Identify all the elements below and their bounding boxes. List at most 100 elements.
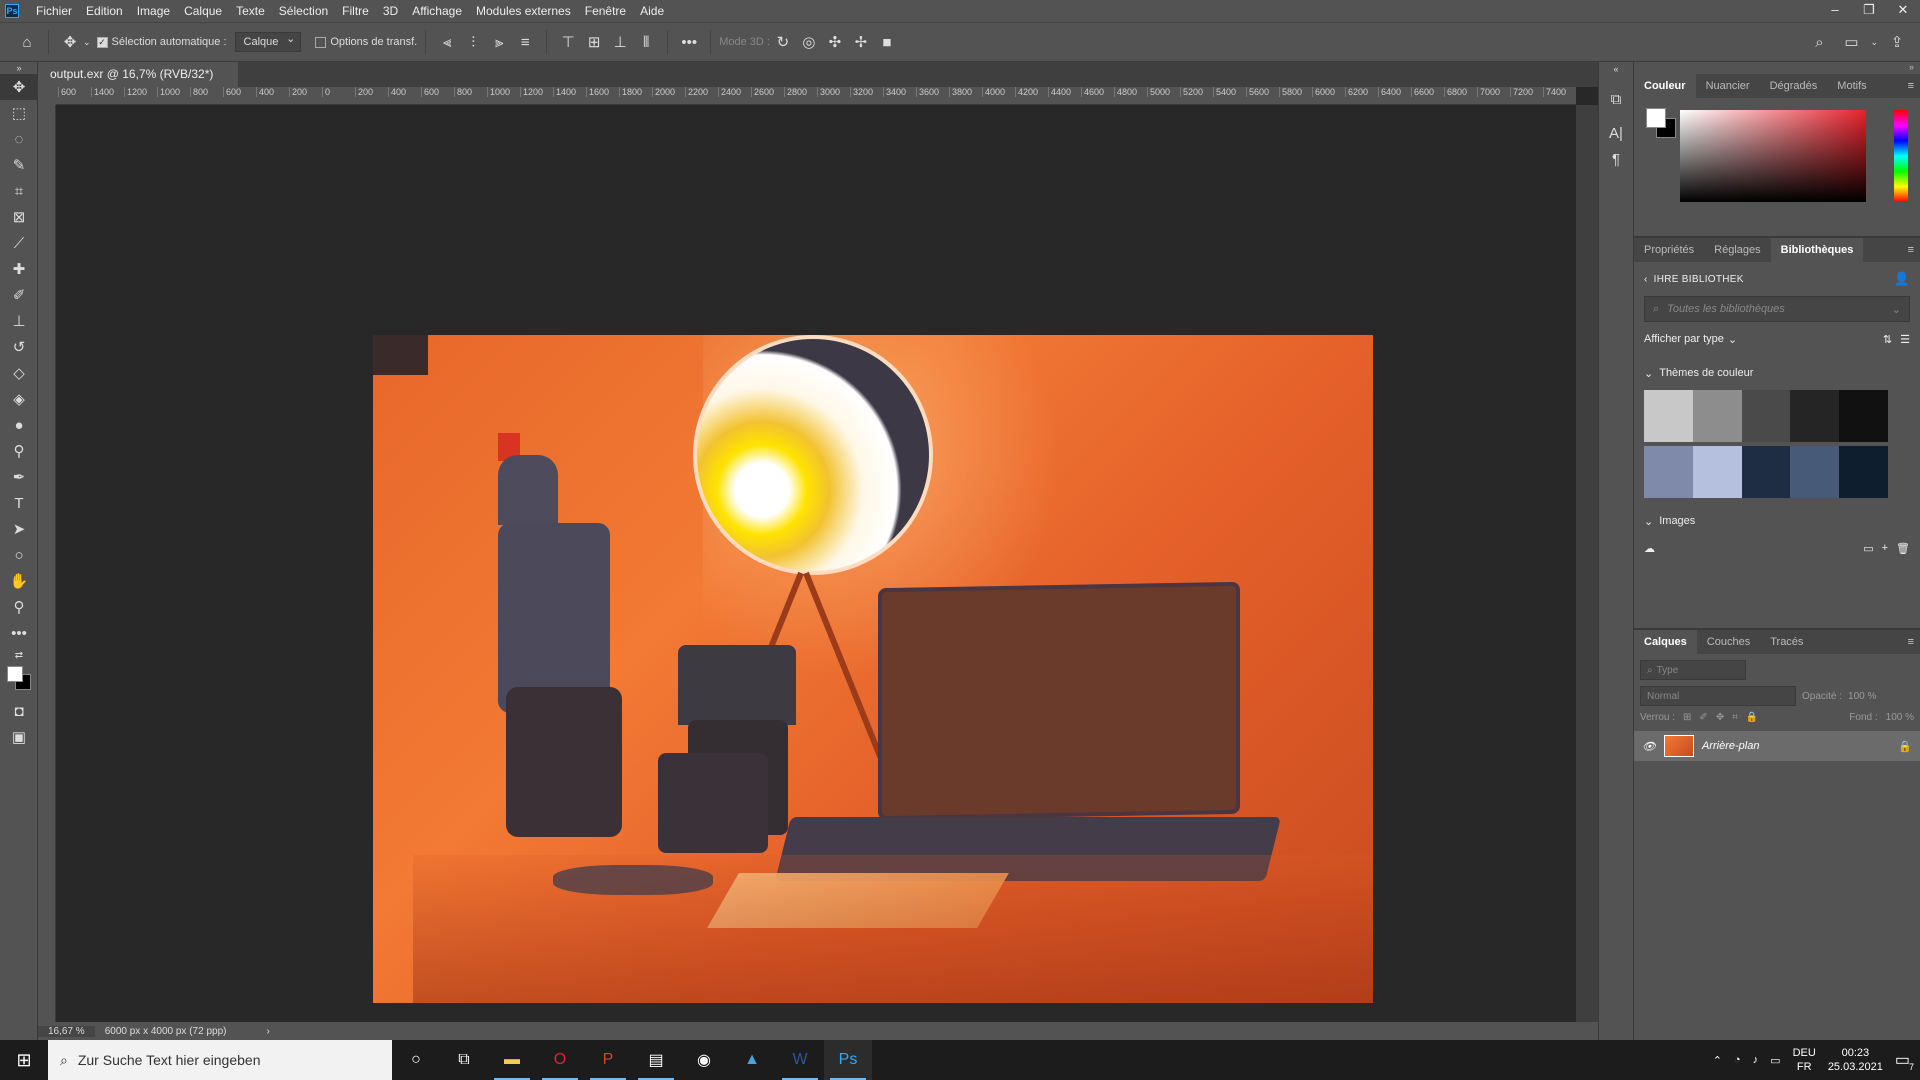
foreground-color-swatch[interactable] — [7, 666, 23, 682]
fill-field[interactable]: 100 % — [1886, 712, 1914, 723]
menu-fenetre[interactable]: Fenêtre — [578, 0, 633, 22]
volume-icon[interactable]: ♪ — [1753, 1054, 1759, 1066]
panel-menu-icon[interactable]: ≡ — [1908, 636, 1914, 648]
more-tools-icon[interactable]: ••• — [0, 620, 38, 646]
pan-3d-icon[interactable]: ✣ — [822, 29, 848, 55]
color-swatches[interactable] — [0, 664, 37, 698]
back-chevron-icon[interactable]: ‹ — [1644, 274, 1648, 285]
app-icon[interactable]: ◉ — [680, 1040, 728, 1080]
images-header[interactable]: ⌄ Images — [1634, 504, 1920, 538]
list-view-icon[interactable]: ☰ — [1900, 333, 1910, 346]
vertical-scrollbar[interactable] — [1576, 105, 1598, 1022]
tab-proprietes[interactable]: Propriétés — [1634, 238, 1704, 262]
swap-colors-icon[interactable]: ⇄ — [0, 646, 38, 664]
transform-controls-checkbox[interactable]: Options de transf. — [315, 36, 417, 48]
collapse-strip-icon[interactable]: « — [1599, 62, 1633, 76]
lock-artboard-icon[interactable]: ⌗ — [1732, 712, 1738, 723]
photos-icon[interactable]: ▲ — [728, 1040, 776, 1080]
windows-start-icon[interactable]: ⊞ — [0, 1040, 48, 1080]
word-icon[interactable]: W — [776, 1040, 824, 1080]
color-themes-header[interactable]: ⌄ Thèmes de couleur — [1634, 356, 1920, 390]
path-selection-tool-icon[interactable]: ➤ — [0, 516, 38, 542]
wifi-icon[interactable]: ◔ — [1734, 1054, 1741, 1066]
tool-preset-chevron-icon[interactable]: ⌄ — [83, 37, 91, 48]
align-bottom-icon[interactable]: ⊥ — [607, 29, 633, 55]
distribute-icon[interactable]: ≡ — [512, 29, 538, 55]
color-theme-swatch[interactable] — [1741, 390, 1791, 442]
tab-nuancier[interactable]: Nuancier — [1696, 74, 1760, 98]
align-middle-icon[interactable]: ⊞ — [581, 29, 607, 55]
ruler-corner[interactable] — [38, 87, 56, 105]
tab-couleur[interactable]: Couleur — [1634, 74, 1696, 98]
eraser-tool-icon[interactable]: ◇ — [0, 360, 38, 386]
menu-modules-externes[interactable]: Modules externes — [469, 0, 578, 22]
tab-motifs[interactable]: Motifs — [1827, 74, 1876, 98]
menu-edition[interactable]: Edition — [79, 0, 130, 22]
blend-mode-dropdown[interactable]: Normal — [1640, 686, 1796, 706]
lock-pixels-icon[interactable]: ⊞ — [1683, 712, 1691, 723]
restore-icon[interactable]: ❐ — [1852, 0, 1886, 22]
auto-select-checkbox[interactable]: ✓ Sélection automatique : — [96, 36, 227, 48]
distribute-vertical-icon[interactable]: ⦀ — [633, 29, 659, 55]
roll-3d-icon[interactable]: ◎ — [796, 29, 822, 55]
history-brush-tool-icon[interactable]: ↺ — [0, 334, 38, 360]
dodge-tool-icon[interactable]: ⚲ — [0, 438, 38, 464]
move-tool-icon[interactable]: ✥ — [0, 74, 38, 100]
color-theme-swatch[interactable] — [1790, 446, 1840, 498]
orbit-3d-icon[interactable]: ↻ — [770, 29, 796, 55]
layer-filter-dropdown[interactable]: ⌕ Type — [1640, 660, 1746, 680]
frame-tool-icon[interactable]: ⊠ — [0, 204, 38, 230]
cloud-icon[interactable]: ☁ — [1644, 542, 1655, 555]
color-theme-swatch[interactable] — [1839, 446, 1888, 498]
search-icon[interactable]: ⌕ — [1806, 29, 1832, 55]
view-by-type-dropdown[interactable]: Afficher par type — [1644, 333, 1724, 345]
lock-all-icon[interactable]: 🔒 — [1746, 712, 1758, 723]
quick-mask-icon[interactable]: ◘ — [0, 698, 38, 724]
menu-affichage[interactable]: Affichage — [405, 0, 469, 22]
horizontal-ruler[interactable]: 600 1400 1200 1000 800 600 400 200 0 200 400 600 800… — [56, 87, 1576, 105]
language-indicator[interactable]: DEU FR — [1793, 1046, 1816, 1074]
color-field[interactable] — [1680, 110, 1866, 202]
pen-tool-icon[interactable]: ✒ — [0, 464, 38, 490]
chevron-down-icon[interactable]: ⌄ — [1892, 303, 1901, 316]
color-theme-1[interactable] — [1644, 390, 1888, 442]
visibility-eye-icon[interactable]: 👁 — [1642, 740, 1656, 753]
library-search-input[interactable]: ⌕ Toutes les bibliothèques ⌄ — [1644, 296, 1910, 322]
collapse-panels-icon[interactable]: » — [1634, 62, 1920, 74]
file-explorer-icon[interactable]: ▬ — [488, 1040, 536, 1080]
python-file-icon[interactable]: ▤ — [632, 1040, 680, 1080]
photoshop-taskbar-icon[interactable]: Ps — [824, 1040, 872, 1080]
panel-menu-icon[interactable]: ≡ — [1908, 80, 1914, 92]
workspace-icon[interactable]: ▭ — [1838, 29, 1864, 55]
color-theme-swatch[interactable] — [1692, 446, 1742, 498]
folder-icon[interactable]: ▭ — [1863, 542, 1873, 555]
blur-tool-icon[interactable]: ● — [0, 412, 38, 438]
menu-3d[interactable]: 3D — [376, 0, 405, 22]
document-image[interactable] — [373, 335, 1373, 1003]
color-theme-swatch[interactable] — [1790, 390, 1840, 442]
paint-bucket-tool-icon[interactable]: ◈ — [0, 386, 38, 412]
menu-selection[interactable]: Sélection — [272, 0, 335, 22]
zoom-tool-icon[interactable]: ⚲ — [0, 594, 38, 620]
brush-tool-icon[interactable]: ✐ — [0, 282, 38, 308]
camera-3d-icon[interactable]: ■ — [874, 29, 900, 55]
hand-tool-icon[interactable]: ✋ — [0, 568, 38, 594]
lock-position-icon[interactable]: ✥ — [1716, 712, 1724, 723]
lasso-tool-icon[interactable]: ◌ — [0, 126, 38, 152]
vertical-ruler[interactable] — [38, 105, 56, 1025]
chevron-down-icon[interactable]: ⌄ — [1728, 333, 1737, 346]
lock-paint-icon[interactable]: ✐ — [1699, 712, 1707, 723]
marquee-tool-icon[interactable]: ⬚ — [0, 100, 38, 126]
home-icon[interactable]: ⌂ — [14, 29, 40, 55]
clock[interactable]: 00:23 25.03.2021 — [1828, 1046, 1883, 1074]
notifications-icon[interactable]: ▭ 7 — [1895, 1050, 1914, 1072]
align-top-icon[interactable]: ⊤ — [555, 29, 581, 55]
powerpoint-icon[interactable]: P — [584, 1040, 632, 1080]
auto-select-target-dropdown[interactable]: Calque — [234, 32, 302, 52]
trash-icon[interactable]: 🗑 — [1896, 542, 1910, 555]
close-window-icon[interactable]: ✕ — [1886, 0, 1920, 22]
crop-tool-icon[interactable]: ⌗ — [0, 178, 38, 204]
type-tool-icon[interactable]: T — [0, 490, 38, 516]
collaborate-icon[interactable]: 👤 — [1894, 271, 1911, 287]
tab-traces[interactable]: Tracés — [1760, 630, 1813, 654]
